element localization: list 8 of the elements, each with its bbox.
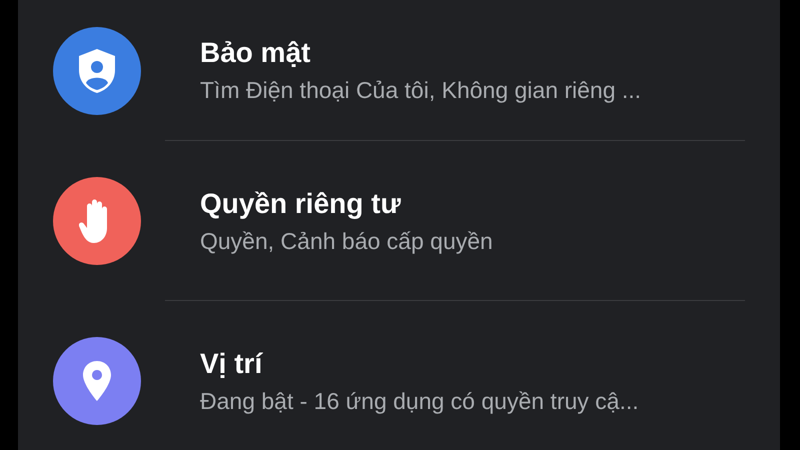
- setting-title: Vị trí: [200, 348, 262, 380]
- location-pin-icon: [82, 361, 112, 401]
- setting-subtitle: Quyền, Cảnh báo cấp quyền: [200, 228, 493, 254]
- setting-subtitle: Tìm Điện thoại Của tôi, Không gian riêng ...: [200, 77, 642, 104]
- shield-person-icon: [77, 48, 117, 94]
- setting-title: Bảo mật: [200, 37, 310, 69]
- setting-subtitle: Đang bật - 16 ứng dụng có quyền truy cậ...: [200, 388, 639, 414]
- setting-title: Quyền riêng tư: [200, 188, 401, 220]
